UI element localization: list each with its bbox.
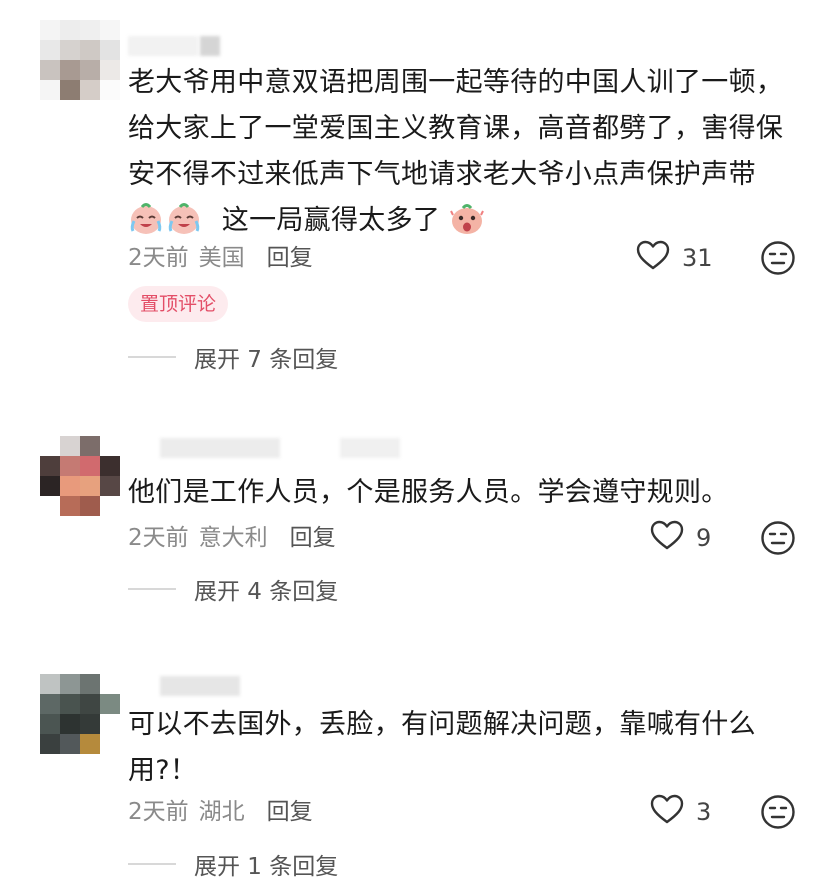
expand-replies-button[interactable]: 展开 1 条回复 <box>128 847 338 881</box>
expand-replies-label: 展开 1 条回复 <box>194 854 339 880</box>
reply-button[interactable]: 回复 <box>267 238 313 272</box>
comment-location: 美国 <box>198 245 245 271</box>
reply-button[interactable]: 回复 <box>267 792 313 826</box>
comment-item: 可以不去国外，丢脸，有问题解决问题，靠喊有什么用?！ 2天前 湖北 回复 3 展… <box>0 650 828 896</box>
comment-time: 2天前 <box>128 245 189 271</box>
comment-meta: 2天前 意大利 回复 <box>128 518 336 552</box>
crying-laughing-emoji <box>166 201 202 237</box>
comment-time: 2天前 <box>128 799 189 825</box>
username[interactable] <box>128 36 198 56</box>
expand-replies-button[interactable]: 展开 4 条回复 <box>128 572 338 606</box>
heart-outline-icon <box>650 519 684 557</box>
shocked-emoji <box>449 201 485 237</box>
comment-location: 意大利 <box>198 525 268 551</box>
comment-text: 他们是工作人员，个是服务人员。学会遵守规则。 <box>128 477 729 508</box>
comment-meta: 2天前 湖北 回复 <box>128 792 313 826</box>
comment-meta: 2天前 美国 回复 <box>128 238 313 272</box>
username-extra <box>200 36 220 56</box>
neutral-face-icon[interactable] <box>760 794 796 830</box>
comment-item: 他们是工作人员，个是服务人员。学会遵守规则。 2天前 意大利 回复 9 展开 4… <box>0 400 828 640</box>
username[interactable] <box>160 676 240 696</box>
comment-text: 可以不去国外，丢脸，有问题解决问题，靠喊有什么用?！ <box>128 709 756 786</box>
comment-location: 湖北 <box>198 799 245 825</box>
comment-item: 老大爷用中意双语把周围一起等待的中国人训了一顿，给大家上了一堂爱国主义教育课，高… <box>0 0 828 400</box>
expand-replies-label: 展开 7 条回复 <box>194 347 339 373</box>
expand-replies-label: 展开 4 条回复 <box>194 579 339 605</box>
comment-time: 2天前 <box>128 525 189 551</box>
like-count: 9 <box>696 524 712 552</box>
neutral-face-icon[interactable] <box>760 520 796 556</box>
like-count: 3 <box>696 798 712 826</box>
comment-text: 老大爷用中意双语把周围一起等待的中国人训了一顿，给大家上了一堂爱国主义教育课，高… <box>128 60 793 244</box>
reply-button[interactable]: 回复 <box>290 518 336 552</box>
like-button[interactable]: 3 <box>650 792 711 832</box>
like-button[interactable]: 9 <box>650 518 711 558</box>
comment-text-part: 老大爷用中意双语把周围一起等待的中国人训了一顿，给大家上了一堂爱国主义教育课，高… <box>128 67 784 190</box>
heart-outline-icon <box>650 793 684 831</box>
expand-replies-button[interactable]: 展开 7 条回复 <box>128 340 338 374</box>
username-extra <box>340 438 400 458</box>
pinned-badge: 置顶评论 <box>128 286 229 322</box>
heart-outline-icon <box>636 239 670 277</box>
like-button[interactable]: 31 <box>636 238 713 278</box>
avatar[interactable] <box>40 20 120 100</box>
neutral-face-icon[interactable] <box>760 240 796 276</box>
divider-line <box>128 863 176 865</box>
divider-line <box>128 356 176 358</box>
crying-laughing-emoji <box>128 201 164 237</box>
username[interactable] <box>160 438 280 458</box>
like-count: 31 <box>682 244 713 272</box>
avatar[interactable] <box>40 436 120 516</box>
comment-text-part: 这一局赢得太多了 <box>221 205 441 236</box>
divider-line <box>128 588 176 590</box>
avatar[interactable] <box>40 674 120 754</box>
